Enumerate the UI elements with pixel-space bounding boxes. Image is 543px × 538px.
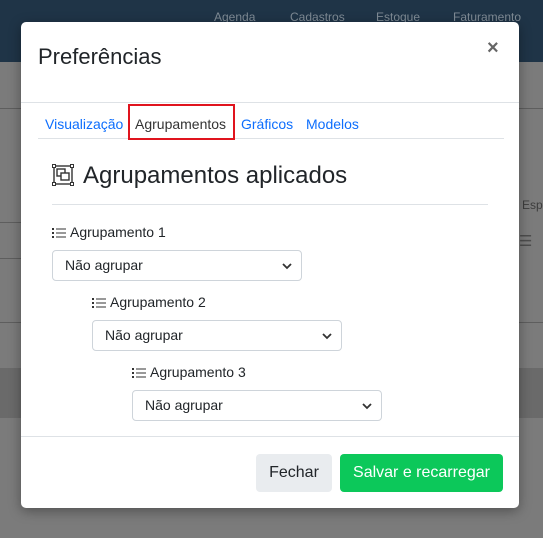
- footer-divider: [21, 436, 519, 437]
- list-icon: [132, 366, 146, 382]
- group-1-label-text: Agrupamento 1: [70, 224, 166, 240]
- bg-side-text: Espec: [522, 198, 543, 212]
- tab-bar: Visualização Agrupamentos Gráficos Model…: [38, 116, 504, 139]
- bg-menu-icon: ☰: [519, 233, 533, 250]
- section-title: Agrupamentos aplicados: [83, 162, 348, 189]
- chevron-down-icon: [282, 263, 292, 270]
- group-2-selected-value: Não agrupar: [105, 327, 183, 343]
- group-1-label: Agrupamento 1: [52, 224, 166, 242]
- header-divider: [21, 102, 519, 103]
- chevron-down-icon: [322, 333, 332, 340]
- chevron-down-icon: [362, 403, 372, 410]
- tab-visualizacao[interactable]: Visualização: [45, 116, 123, 132]
- group-2-select[interactable]: Não agrupar: [92, 320, 342, 351]
- active-tab-highlight: [128, 104, 235, 140]
- group-3-label: Agrupamento 3: [132, 364, 246, 382]
- tab-graficos[interactable]: Gráficos: [241, 116, 293, 132]
- list-icon: [52, 226, 66, 242]
- close-icon[interactable]: ×: [487, 38, 499, 58]
- group-objects-icon: [52, 164, 74, 186]
- bg-divider: [0, 258, 22, 259]
- group-3-selected-value: Não agrupar: [145, 397, 223, 413]
- tab-modelos[interactable]: Modelos: [306, 116, 359, 132]
- group-3-label-text: Agrupamento 3: [150, 364, 246, 380]
- group-3-select[interactable]: Não agrupar: [132, 390, 382, 421]
- list-icon: [92, 296, 106, 312]
- group-2-label-text: Agrupamento 2: [110, 294, 206, 310]
- group-1-select[interactable]: Não agrupar: [52, 250, 302, 281]
- save-and-reload-button[interactable]: Salvar e recarregar: [340, 454, 503, 492]
- section-divider: [52, 204, 488, 205]
- group-2-label: Agrupamento 2: [92, 294, 206, 312]
- close-button[interactable]: Fechar: [256, 454, 332, 492]
- bg-divider: [0, 222, 22, 223]
- group-1-selected-value: Não agrupar: [65, 257, 143, 273]
- modal-title: Preferências: [38, 44, 162, 69]
- preferences-modal: Preferências × Visualização Agrupamentos…: [21, 22, 519, 508]
